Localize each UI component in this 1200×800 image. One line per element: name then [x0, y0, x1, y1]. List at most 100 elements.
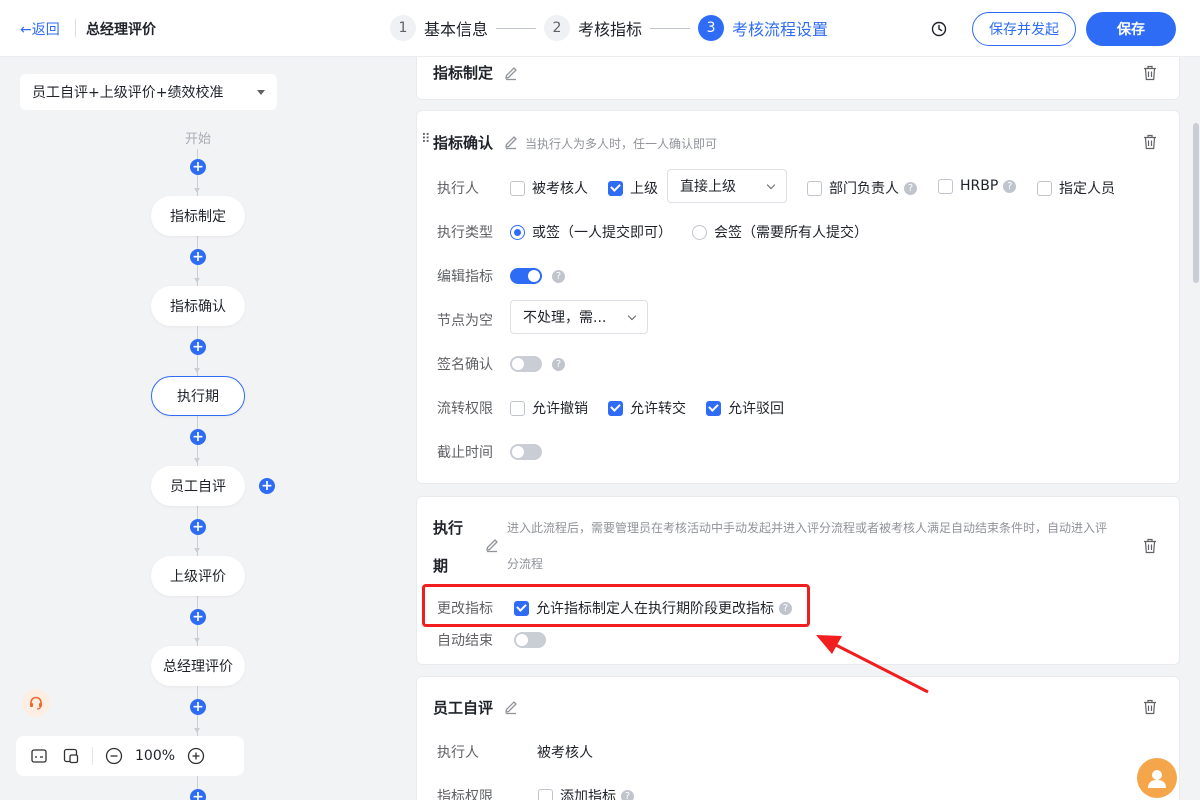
help-icon[interactable]: ? [552, 357, 565, 371]
add-node-plus-icon[interactable]: + [190, 159, 206, 175]
executor-option-designated[interactable]: 指定人员 [1037, 178, 1115, 198]
add-node-plus-icon[interactable]: + [190, 609, 206, 625]
chevron-down-icon [766, 180, 776, 189]
edit-indicator-toggle[interactable] [510, 268, 542, 284]
option-label: 被考核人 [532, 181, 588, 197]
fit-view-icon[interactable] [62, 747, 80, 765]
arrow-down-icon [194, 548, 200, 553]
checkbox-checked[interactable] [608, 400, 623, 416]
edit-pencil-icon[interactable] [503, 699, 519, 715]
edit-pencil-icon[interactable] [484, 537, 500, 553]
step-process-settings[interactable]: 3 考核流程设置 [698, 15, 828, 41]
option-label: 会签（需要所有人提交） [714, 225, 868, 241]
deadline-row [510, 444, 542, 460]
change-indicator-label: 更改指标 [437, 601, 493, 617]
zoom-in-icon[interactable] [187, 747, 205, 765]
superior-level-select[interactable]: 直接上级 [667, 169, 787, 203]
executor-option-hrbp[interactable]: HRBP? [938, 178, 1017, 194]
add-node-plus-icon[interactable]: + [190, 789, 206, 800]
customer-support-icon[interactable] [22, 689, 50, 717]
help-icon[interactable]: ? [779, 601, 792, 615]
help-icon[interactable]: ? [621, 789, 634, 800]
add-node-plus-icon[interactable]: + [190, 339, 206, 355]
minimap-icon[interactable] [30, 747, 48, 765]
checkbox[interactable] [807, 180, 822, 196]
back-link[interactable]: ←返回 [20, 19, 60, 39]
delete-trash-icon[interactable] [1143, 699, 1157, 715]
add-branch-plus-icon[interactable]: + [259, 478, 275, 494]
flow-option-transfer[interactable]: 允许转交 [608, 398, 686, 418]
save-and-publish-button[interactable]: 保存并发起 [972, 12, 1076, 46]
add-node-plus-icon[interactable]: + [190, 429, 206, 445]
exec-type-co-sign[interactable]: 会签（需要所有人提交） [692, 222, 868, 242]
deadline-toggle[interactable] [510, 444, 542, 460]
help-icon[interactable]: ? [552, 269, 565, 283]
flow-start-label: 开始 [184, 132, 211, 147]
flow-node-execution-period[interactable]: 执行期 [151, 376, 245, 416]
zoom-out-icon[interactable] [105, 747, 123, 765]
card-hint: 进入此流程后，需要管理员在考核活动中手动发起并进入评分流程或者被考核人满足自动结… [507, 521, 1108, 535]
help-icon[interactable]: ? [904, 181, 917, 195]
radio-checked[interactable] [510, 224, 525, 240]
checkbox[interactable] [1037, 180, 1052, 196]
exec-type-or-sign[interactable]: 或签（一人提交即可） [510, 222, 672, 242]
option-label: 添加指标 [560, 789, 616, 800]
step-connector [650, 27, 691, 29]
option-label: 指定人员 [1059, 181, 1115, 197]
top-header: ←返回 总经理评价 1 基本信息 2 考核指标 3 考核流程设置 保存并发起 保… [0, 0, 1200, 57]
flow-node-superior-review[interactable]: 上级评价 [151, 556, 245, 596]
edit-pencil-icon[interactable] [503, 65, 519, 81]
step-number: 1 [390, 15, 416, 41]
flow-option-withdraw[interactable]: 允许撤销 [510, 398, 588, 418]
executor-option-assessee[interactable]: 被考核人 [510, 178, 588, 198]
add-node-plus-icon[interactable]: + [190, 249, 206, 265]
flow-panel: 员工自评+上级评价+绩效校准 开始 + + + + + + + + + 指标制定… [0, 57, 396, 800]
drag-handle-icon[interactable]: ⠿ [421, 132, 430, 147]
option-label: 允许指标制定人在执行期阶段更改指标 [536, 601, 774, 617]
flow-node-indicator-setting[interactable]: 指标制定 [151, 196, 245, 236]
delete-trash-icon[interactable] [1143, 134, 1157, 150]
checkbox[interactable] [538, 788, 553, 800]
option-label: 上级 [630, 181, 658, 197]
checkbox[interactable] [510, 400, 525, 416]
perm-option-add-indicator[interactable]: 添加指标? [538, 786, 634, 800]
edit-pencil-icon[interactable] [503, 134, 519, 150]
step-indicators[interactable]: 2 考核指标 [544, 15, 642, 41]
auto-end-toggle[interactable] [514, 632, 546, 648]
checkbox[interactable] [510, 180, 525, 196]
checkbox-checked[interactable] [706, 400, 721, 416]
radio[interactable] [692, 224, 707, 240]
canvas-toolbar: 100% [16, 736, 244, 776]
delete-trash-icon[interactable] [1143, 538, 1157, 554]
annotation-arrow-icon [816, 635, 929, 694]
executor-value: 被考核人 [537, 745, 593, 761]
save-button[interactable]: 保存 [1086, 12, 1176, 46]
executor-option-dept-head[interactable]: 部门负责人? [807, 178, 917, 198]
change-indicator-option[interactable]: 允许指标制定人在执行期阶段更改指标? [514, 598, 792, 618]
flow-node-indicator-confirm[interactable]: 指标确认 [151, 286, 245, 326]
step-basic-info[interactable]: 1 基本信息 [390, 15, 488, 41]
delete-trash-icon[interactable] [1143, 65, 1157, 81]
sign-confirm-toggle[interactable] [510, 356, 542, 372]
executor-label: 执行人 [437, 745, 479, 761]
arrow-down-icon [194, 728, 200, 733]
card-title: 执行 [433, 519, 464, 537]
checkbox-checked[interactable] [514, 600, 529, 616]
node-empty-select[interactable]: 不处理，需... [510, 300, 648, 334]
settings-scrollbar[interactable] [1193, 123, 1199, 283]
floating-assistant-avatar-icon[interactable] [1137, 758, 1177, 798]
arrow-down-icon [194, 188, 200, 193]
flow-option-reject[interactable]: 允许驳回 [706, 398, 784, 418]
flow-template-select[interactable]: 员工自评+上级评价+绩效校准 [20, 74, 277, 110]
add-node-plus-icon[interactable]: + [190, 699, 206, 715]
checkbox-checked[interactable] [608, 180, 623, 196]
help-icon[interactable]: ? [1003, 179, 1017, 193]
add-node-plus-icon[interactable]: + [190, 519, 206, 535]
history-clock-icon[interactable] [931, 21, 947, 37]
flow-node-self-review[interactable]: 员工自评 [151, 466, 245, 506]
card-self-review: 员工自评 执行人 被考核人 指标权限 添加指标? [416, 676, 1180, 800]
executor-option-superior[interactable]: 上级 [608, 178, 658, 198]
flow-node-gm-review[interactable]: 总经理评价 [151, 646, 245, 686]
card-indicator-setting: 指标制定 [416, 57, 1180, 100]
checkbox[interactable] [938, 178, 953, 194]
